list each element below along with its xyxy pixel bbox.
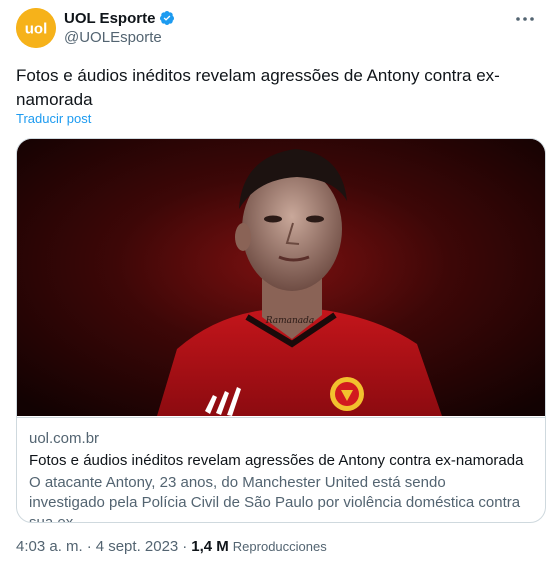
card-image[interactable]: Ramanada <box>17 139 545 416</box>
author-name-row: UOL Esporte <box>64 8 175 28</box>
meta-separator: · <box>182 538 188 555</box>
tweet-text: Fotos e áudios inéditos revelam agressõe… <box>16 66 500 109</box>
tweet-meta: 4:03 a. m. · 4 sept. 2023 · 1,4 M Reprod… <box>16 538 327 555</box>
views-count: 1,4 M <box>191 538 229 555</box>
display-name[interactable]: UOL Esporte <box>64 10 155 27</box>
translate-post-link[interactable]: Traducir post <box>16 111 91 126</box>
logo-text: uol <box>25 21 48 38</box>
author-handle[interactable]: @UOLEsporte <box>64 29 162 46</box>
tweet-time[interactable]: 4:03 a. m. <box>16 538 83 555</box>
uol-logo-icon: uol <box>16 8 56 48</box>
card-photo: Ramanada <box>17 139 545 416</box>
tweet: uol UOL Esporte @UOLEsporte Fotos e áudi… <box>0 0 552 562</box>
meta-separator: · <box>86 538 92 555</box>
verified-badge-icon <box>160 11 175 25</box>
card-title[interactable]: Fotos e áudios inéditos revelam agressõe… <box>29 451 533 471</box>
link-card[interactable]: Ramanada uol.com.br Fotos e áudios inédi… <box>16 138 546 523</box>
more-horizontal-icon[interactable] <box>512 8 538 30</box>
card-body: uol.com.br Fotos e áudios inéditos revel… <box>17 417 545 523</box>
tweet-date[interactable]: 4 sept. 2023 <box>96 538 179 555</box>
avatar[interactable]: uol <box>16 8 56 48</box>
card-domain: uol.com.br <box>29 430 100 447</box>
neck-tattoo-text: Ramanada <box>265 316 315 326</box>
card-description: O atacante Antony, 23 anos, do Mancheste… <box>29 474 521 523</box>
views-label: Reproducciones <box>232 539 327 554</box>
